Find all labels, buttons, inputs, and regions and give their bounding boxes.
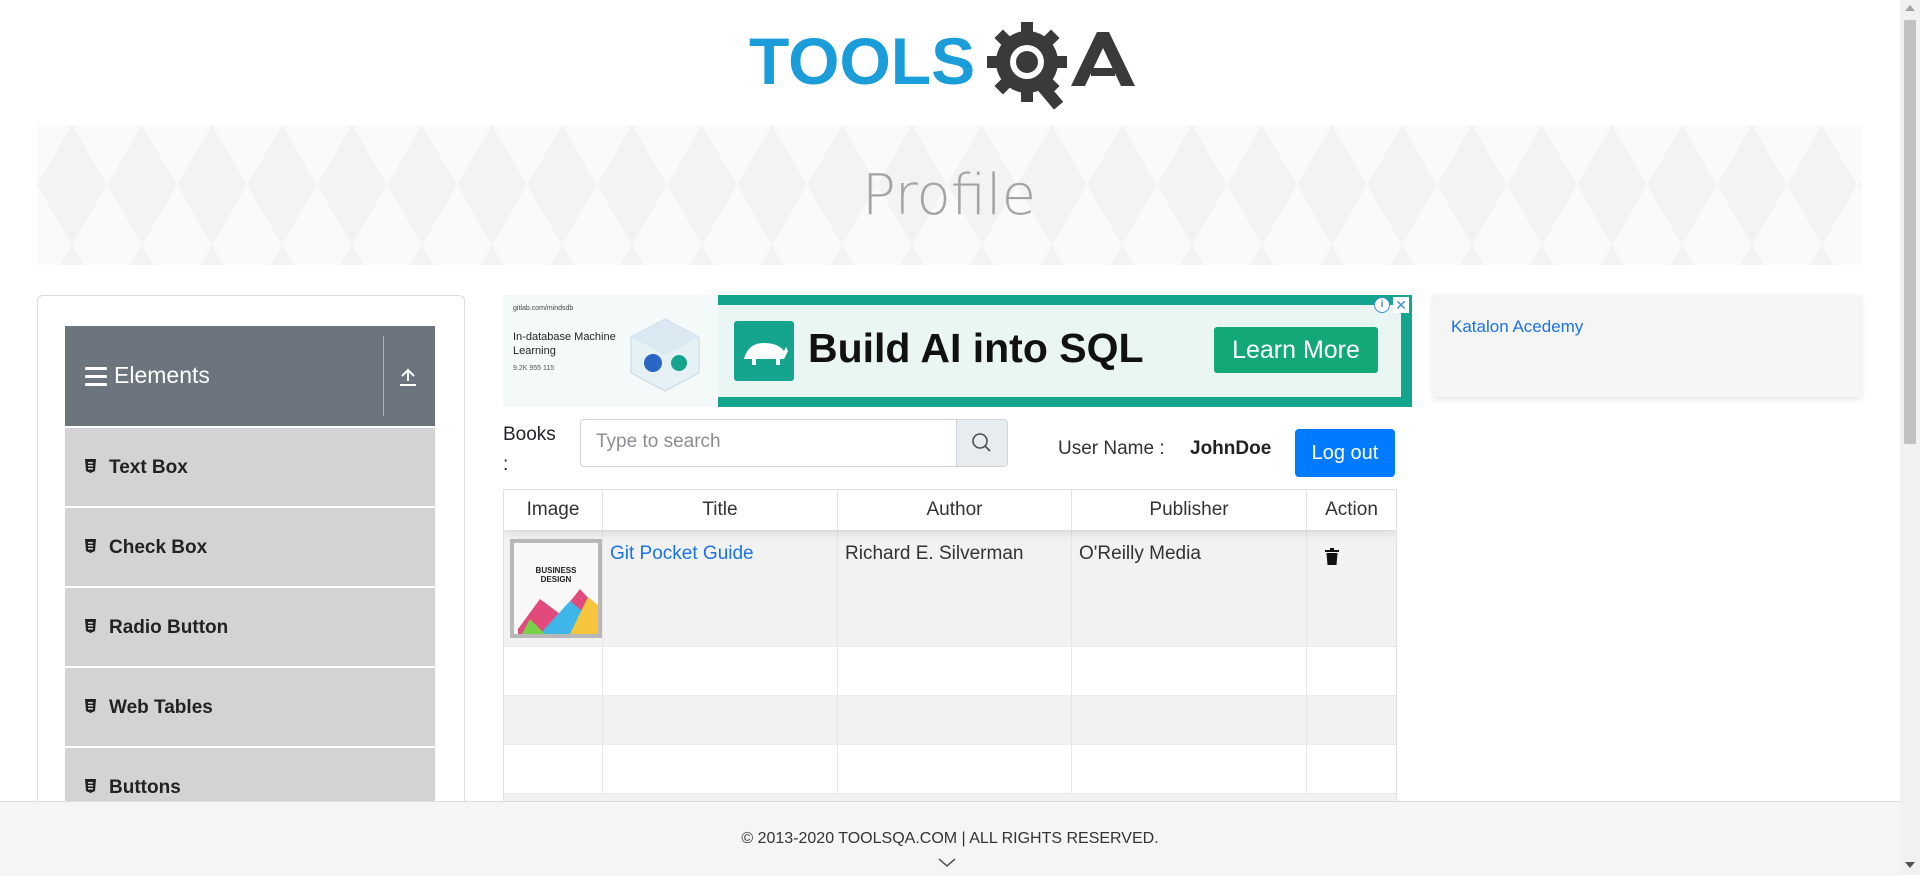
sidebar-item-check-box[interactable]: Check Box (65, 506, 435, 586)
title-cell: Git Pocket Guide (603, 531, 838, 647)
ad-banner[interactable]: gitlab.com/mindsdb In-database Machine L… (503, 295, 1412, 407)
sidebar-item-radio-button[interactable]: Radio Button (65, 586, 435, 666)
scroll-up-arrow-icon[interactable] (1905, 5, 1915, 11)
page-banner: Profile (37, 125, 1861, 265)
svg-text:DESIGN: DESIGN (541, 575, 572, 584)
book-title-link[interactable]: Git Pocket Guide (610, 543, 754, 565)
search-input[interactable] (581, 420, 955, 464)
html5-icon (85, 779, 96, 793)
sidebar-item-label: Check Box (109, 537, 208, 558)
ad-small-text: gitlab.com/mindsdb (513, 305, 574, 312)
logout-button[interactable]: Log out (1295, 429, 1395, 477)
toolsqa-logo[interactable]: TOOLS (749, 18, 1154, 114)
sidebar-item-label: Web Tables (109, 697, 213, 718)
ad-learn-more-button[interactable]: Learn More (1214, 327, 1378, 373)
logo-text: TOOLS (749, 24, 975, 98)
scrollbar-thumb[interactable] (1904, 20, 1916, 444)
publisher-cell: O'Reilly Media (1072, 531, 1307, 647)
ad-left-panel: gitlab.com/mindsdb In-database Machine L… (503, 295, 718, 407)
sidebar-group-label: Elements (114, 362, 210, 388)
book-author: Richard E. Silverman (845, 543, 1024, 564)
sidebar-item-label: Radio Button (109, 617, 229, 638)
column-header-title[interactable]: Title (603, 490, 838, 530)
image-cell: BUSINESS DESIGN (504, 531, 603, 647)
footer-copyright: © 2013-2020 TOOLSQA.COM | ALL RIGHTS RES… (741, 830, 1159, 847)
table-header: Image Title Author Publisher Action (504, 490, 1396, 530)
column-header-author[interactable]: Author (838, 490, 1072, 530)
left-panel: Elements Text Box Check Box Radio Button… (37, 295, 465, 816)
divider (383, 336, 384, 416)
html5-icon (85, 619, 96, 633)
column-header-image[interactable]: Image (504, 490, 603, 530)
html5-icon (85, 459, 96, 473)
column-header-action[interactable]: Action (1307, 490, 1396, 530)
sidebar-group-header-elements[interactable]: Elements (65, 326, 435, 426)
html5-icon (85, 539, 96, 553)
vertical-scrollbar[interactable] (1900, 0, 1920, 875)
chevron-down-icon[interactable] (938, 858, 956, 868)
ad-close-icon[interactable]: ✕ (1393, 297, 1409, 313)
ad-info-icon[interactable]: i (1374, 297, 1390, 313)
action-cell (1307, 531, 1396, 647)
search-icon (972, 433, 991, 452)
ad-headline: Build AI into SQL (808, 325, 1144, 371)
books-label: Books : (503, 424, 556, 475)
sidebar-item-text-box[interactable]: Text Box (65, 426, 435, 506)
ad-brand-logo (734, 321, 794, 381)
ad-left-headline: In-database Machine Learning (513, 331, 616, 357)
search-box (580, 419, 1008, 467)
collapse-arrow-icon[interactable] (399, 367, 417, 387)
sidebar-item-web-tables[interactable]: Web Tables (65, 666, 435, 746)
page-title: Profile (861, 163, 1037, 228)
ad-main-panel[interactable]: Build AI into SQL Learn More (718, 305, 1401, 397)
trash-icon[interactable] (1325, 548, 1339, 565)
ad-cube-illustration (630, 318, 700, 392)
books-table: Image Title Author Publisher Action BUSI… (503, 489, 1397, 802)
scroll-down-arrow-icon[interactable] (1905, 862, 1915, 868)
author-cell: Richard E. Silverman (838, 531, 1072, 647)
table-row (504, 695, 1396, 745)
svg-text:BUSINESS: BUSINESS (536, 566, 578, 575)
footer: © 2013-2020 TOOLSQA.COM | ALL RIGHTS RES… (0, 801, 1900, 876)
username-value: JohnDoe (1190, 438, 1272, 459)
hamburger-icon (85, 367, 107, 387)
side-ad[interactable]: Katalon Acedemy (1433, 295, 1861, 397)
sidebar-item-label: Text Box (109, 457, 188, 478)
table-row: BUSINESS DESIGN Git Pocket Guide Richard… (504, 530, 1396, 647)
username-label: User Name : (1058, 438, 1165, 459)
book-cover-image[interactable]: BUSINESS DESIGN (510, 539, 602, 638)
column-header-publisher[interactable]: Publisher (1072, 490, 1307, 530)
table-row (504, 646, 1396, 696)
sidebar-item-label: Buttons (109, 777, 181, 798)
html5-icon (85, 699, 96, 713)
book-publisher: O'Reilly Media (1079, 543, 1201, 564)
katalon-ad-image[interactable]: Katalon Acedemy (1451, 317, 1583, 337)
ad-stats: 9.2K 955 115 (513, 365, 555, 372)
search-button[interactable] (956, 420, 1007, 466)
table-row (504, 744, 1396, 794)
